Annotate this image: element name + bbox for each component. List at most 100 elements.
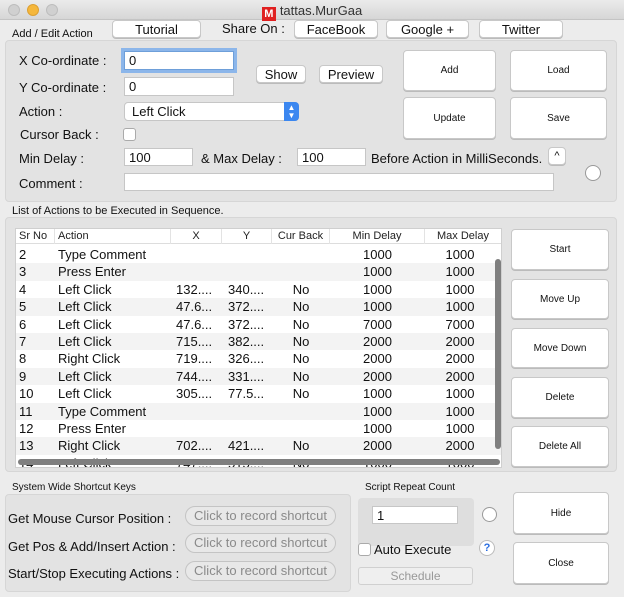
show-button[interactable]: Show bbox=[256, 65, 306, 83]
action-select[interactable]: Left Click ▲ ▼ bbox=[124, 102, 299, 121]
cell-max-delay: 1000 bbox=[445, 403, 475, 419]
preview-button[interactable]: Preview bbox=[319, 65, 383, 83]
cursor-back-label: Cursor Back : bbox=[20, 127, 99, 142]
min-delay-input[interactable]: 100 bbox=[124, 148, 193, 166]
cell-sr-no: 5 bbox=[19, 299, 27, 315]
table-row[interactable]: 4 Left Click 132.... 340.... No 1000 1000 bbox=[16, 281, 501, 298]
record-shortcut-add-insert[interactable]: Click to record shortcut bbox=[185, 533, 336, 553]
table-row[interactable]: 13 Right Click 702.... 421.... No 2000 2000 bbox=[16, 437, 501, 455]
repeat-count-input[interactable]: 1 bbox=[372, 506, 458, 524]
table-row[interactable]: 5 Left Click 47.6... 372.... No 1000 1000 bbox=[16, 298, 501, 316]
table-row[interactable]: 6 Left Click 47.6... 372.... No 7000 7000 bbox=[16, 316, 501, 333]
cell-cur-back: No bbox=[292, 368, 310, 384]
shortcuts-label: System Wide Shortcut Keys bbox=[12, 482, 136, 493]
cell-x: 719.... bbox=[176, 351, 213, 367]
add-button[interactable]: Add bbox=[403, 50, 496, 91]
col-action[interactable]: Action bbox=[58, 229, 171, 244]
max-delay-input[interactable]: 100 bbox=[297, 148, 366, 166]
save-button[interactable]: Save bbox=[510, 97, 607, 139]
close-button[interactable]: Close bbox=[513, 542, 609, 584]
cell-y: 421.... bbox=[228, 438, 265, 454]
table-row[interactable]: 11 Type Comment 1000 1000 bbox=[16, 402, 501, 420]
schedule-button[interactable]: Schedule bbox=[358, 567, 473, 585]
move-up-button[interactable]: Move Up bbox=[511, 279, 609, 319]
cell-min-delay: 1000 bbox=[363, 403, 392, 419]
table-row[interactable]: 12 Press Enter 1000 1000 bbox=[16, 420, 501, 437]
hide-button[interactable]: Hide bbox=[513, 492, 609, 534]
help-icon[interactable]: ? bbox=[479, 540, 495, 556]
cell-action: Press Enter bbox=[58, 421, 126, 436]
cell-action: Left Click bbox=[58, 386, 112, 402]
repeat-count-label: Script Repeat Count bbox=[365, 482, 456, 493]
cell-min-delay: 1000 bbox=[363, 421, 392, 436]
cell-action: Left Click bbox=[58, 281, 112, 297]
auto-execute-checkbox[interactable] bbox=[358, 543, 371, 556]
col-x[interactable]: X bbox=[171, 229, 222, 244]
table-row[interactable]: 8 Right Click 719.... 326.... No 2000 2000 bbox=[16, 350, 501, 367]
cell-max-delay: 2000 bbox=[445, 334, 475, 349]
table-row[interactable]: 3 Press Enter 1000 1000 bbox=[16, 263, 501, 281]
cell-action: Right Click bbox=[58, 438, 121, 454]
cell-max-delay: 7000 bbox=[445, 316, 475, 332]
comment-input[interactable] bbox=[124, 173, 554, 191]
update-button[interactable]: Update bbox=[403, 97, 496, 139]
horizontal-scrollbar[interactable] bbox=[18, 459, 500, 465]
delete-all-button[interactable]: Delete All bbox=[511, 426, 609, 467]
col-cur-back[interactable]: Cur Back bbox=[272, 229, 330, 244]
record-shortcut-cursor-position[interactable]: Click to record shortcut bbox=[185, 506, 336, 526]
load-button[interactable]: Load bbox=[510, 50, 607, 91]
col-y[interactable]: Y bbox=[222, 229, 272, 244]
cell-min-delay: 2000 bbox=[363, 438, 392, 454]
cell-min-delay: 1000 bbox=[363, 264, 392, 280]
cell-min-delay: 7000 bbox=[363, 316, 392, 332]
table-row[interactable]: 10 Left Click 305.... 77.5... No 1000 1000 bbox=[16, 385, 501, 402]
col-sr-no[interactable]: Sr No bbox=[19, 229, 55, 244]
y-coordinate-label: Y Co-ordinate : bbox=[19, 80, 107, 95]
record-shortcut-start-stop[interactable]: Click to record shortcut bbox=[185, 561, 336, 581]
actions-table[interactable]: Sr No Action X Y Cur Back Min Delay Max … bbox=[15, 228, 502, 468]
table-row[interactable]: 7 Left Click 715.... 382.... No 2000 2000 bbox=[16, 333, 501, 351]
cell-sr-no: 4 bbox=[19, 281, 27, 297]
cell-x: 132.... bbox=[176, 281, 213, 297]
cursor-back-checkbox[interactable] bbox=[123, 128, 136, 141]
cell-sr-no: 6 bbox=[19, 316, 27, 332]
cell-action: Left Click bbox=[58, 334, 112, 349]
cell-max-delay: 2000 bbox=[445, 438, 475, 454]
min-delay-label: Min Delay : bbox=[19, 151, 85, 166]
window-title-text: tattas.MurGaa bbox=[279, 3, 363, 18]
start-button[interactable]: Start bbox=[511, 229, 609, 270]
cell-sr-no: 2 bbox=[19, 247, 27, 262]
delete-button[interactable]: Delete bbox=[511, 377, 609, 418]
google-plus-button[interactable]: Google + bbox=[386, 20, 469, 38]
cell-x: 305.... bbox=[176, 386, 213, 402]
facebook-button[interactable]: FaceBook bbox=[294, 20, 378, 38]
radio-circle[interactable] bbox=[585, 165, 601, 181]
y-coordinate-input[interactable]: 0 bbox=[124, 77, 234, 96]
cell-sr-no: 11 bbox=[19, 403, 33, 419]
vertical-scrollbar[interactable] bbox=[495, 259, 501, 449]
twitter-button[interactable]: Twitter bbox=[479, 20, 563, 38]
cell-max-delay: 1000 bbox=[445, 247, 475, 262]
col-max-delay[interactable]: Max Delay bbox=[425, 229, 501, 244]
cell-sr-no: 7 bbox=[19, 334, 27, 349]
col-min-delay[interactable]: Min Delay bbox=[330, 229, 425, 244]
cell-max-delay: 1000 bbox=[445, 421, 475, 436]
table-row[interactable]: 9 Left Click 744.... 331.... No 2000 2000 bbox=[16, 367, 501, 386]
window-title: Mtattas.MurGaa bbox=[0, 3, 624, 21]
auto-execute-label: Auto Execute bbox=[374, 542, 452, 557]
radio-circle-repeat[interactable] bbox=[482, 507, 497, 522]
list-label: List of Actions to be Executed in Sequen… bbox=[12, 205, 224, 217]
tutorial-button[interactable]: Tutorial bbox=[112, 20, 201, 38]
comment-label: Comment : bbox=[19, 176, 83, 191]
cell-sr-no: 13 bbox=[19, 438, 34, 454]
cell-min-delay: 1000 bbox=[363, 386, 392, 402]
shortcut-label-start-stop: Start/Stop Executing Actions : bbox=[8, 566, 180, 581]
move-down-button[interactable]: Move Down bbox=[511, 328, 609, 368]
caret-up-button[interactable]: ^ bbox=[548, 147, 566, 165]
cell-action: Right Click bbox=[58, 351, 121, 367]
cell-max-delay: 2000 bbox=[445, 368, 475, 384]
delay-suffix-label: Before Action in MilliSeconds. bbox=[371, 151, 543, 166]
x-coordinate-input[interactable]: 0 bbox=[124, 51, 234, 70]
table-row[interactable]: 2 Type Comment 1000 1000 bbox=[16, 246, 501, 263]
cell-sr-no: 9 bbox=[19, 368, 27, 384]
